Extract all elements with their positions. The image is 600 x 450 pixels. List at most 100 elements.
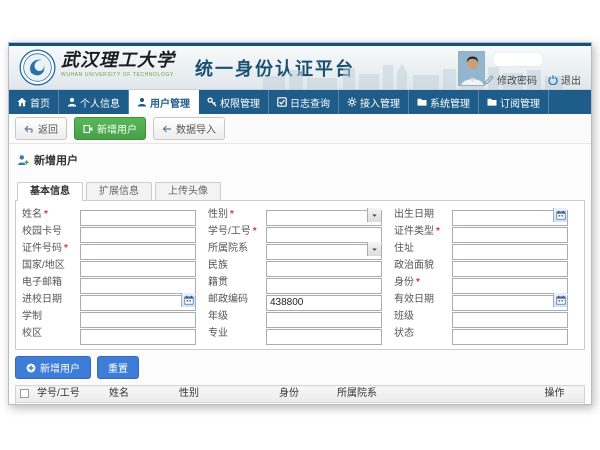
nav-item-label: 订阅管理 xyxy=(500,95,540,110)
university-logo xyxy=(19,49,56,86)
plus-circle-icon xyxy=(26,363,36,373)
tab-extended-info[interactable]: 扩展信息 xyxy=(86,182,152,201)
nav-item-home[interactable]: 首页 xyxy=(9,90,59,114)
calendar-icon[interactable] xyxy=(553,293,567,307)
major-input[interactable] xyxy=(266,329,382,345)
nav-item-permission-management[interactable]: 权限管理 xyxy=(199,90,269,114)
required-asterisk: * xyxy=(64,243,68,254)
required-asterisk: * xyxy=(44,209,48,220)
empty-cell xyxy=(541,403,585,406)
table-empty-row xyxy=(16,403,585,406)
field-address xyxy=(452,241,568,257)
field-label-enrollment-date: 进校日期 xyxy=(22,292,74,308)
required-asterisk: * xyxy=(230,209,234,220)
logout-label: 退出 xyxy=(561,72,581,87)
nav-item-profile[interactable]: 个人信息 xyxy=(59,90,129,114)
column-header-3: 身份 xyxy=(275,386,333,403)
calendar-icon[interactable] xyxy=(181,293,195,307)
add-user-toolbar-button[interactable]: 新增用户 xyxy=(74,117,146,140)
dropdown-arrow-icon[interactable] xyxy=(367,208,381,222)
toolbar: 返回 新增用户 数据导入 xyxy=(9,114,591,144)
university-name-cn: 武汉理工大学 xyxy=(61,51,175,71)
form-actions: 新增用户 重置 xyxy=(9,350,591,385)
import-arrow-icon xyxy=(162,124,172,134)
field-label-student-staff-no: 学号/工号* xyxy=(202,224,260,240)
field-label-campus: 校区 xyxy=(22,326,74,342)
tab-upload-avatar[interactable]: 上传头像 xyxy=(155,182,221,201)
field-id-number xyxy=(80,241,196,257)
submit-add-user-button[interactable]: 新增用户 xyxy=(15,356,91,379)
field-label-ethnicity: 民族 xyxy=(202,258,260,274)
folder-icon xyxy=(487,97,497,107)
field-department xyxy=(266,241,382,257)
reset-button[interactable]: 重置 xyxy=(97,356,139,379)
submit-label: 新增用户 xyxy=(40,360,80,375)
data-import-button[interactable]: 数据导入 xyxy=(153,117,225,140)
header-user-menu: 修改密码 退出 xyxy=(484,72,581,87)
field-postal-code xyxy=(266,292,382,308)
log-icon xyxy=(277,97,287,107)
status-input[interactable] xyxy=(452,329,568,345)
empty-cell xyxy=(33,403,105,406)
calendar-icon[interactable] xyxy=(553,208,567,222)
select-all-checkbox[interactable] xyxy=(20,389,29,398)
field-label-major: 专业 xyxy=(202,326,260,342)
field-campus-card-no xyxy=(80,224,196,240)
table-header-row: 学号/工号姓名性别身份所属院系操作 xyxy=(16,386,585,403)
nav-item-system-management[interactable]: 系统管理 xyxy=(409,90,479,114)
reset-label: 重置 xyxy=(108,360,128,375)
required-asterisk: * xyxy=(253,226,257,237)
change-password-link[interactable]: 修改密码 xyxy=(484,72,537,87)
user-icon xyxy=(67,97,77,107)
nav-item-subscription-management[interactable]: 订阅管理 xyxy=(479,90,549,114)
field-class xyxy=(452,309,568,325)
column-header-0: 学号/工号 xyxy=(33,386,105,403)
field-country-region xyxy=(80,258,196,274)
power-icon xyxy=(548,75,558,85)
field-label-email: 电子邮箱 xyxy=(22,275,74,291)
field-id-type xyxy=(452,224,568,240)
nav-item-access-management[interactable]: 接入管理 xyxy=(339,90,409,114)
dropdown-arrow-icon[interactable] xyxy=(367,242,381,256)
username-blur xyxy=(493,53,543,66)
form-tabs-wrap: 基本信息扩展信息上传头像 姓名*性别*出生日期校园卡号学号/工号*证件类型*证件… xyxy=(15,181,585,350)
field-student-staff-no xyxy=(266,224,382,240)
back-button[interactable]: 返回 xyxy=(15,117,67,140)
nav-item-log-query[interactable]: 日志查询 xyxy=(269,90,339,114)
required-asterisk: * xyxy=(416,277,420,288)
select-all-header xyxy=(16,386,34,403)
column-header-4: 所属院系 xyxy=(333,386,541,403)
field-label-native-place: 籍贯 xyxy=(202,275,260,291)
field-label-id-number: 证件号码* xyxy=(22,241,74,257)
user-avatar[interactable] xyxy=(458,51,485,86)
nav-item-label: 用户管理 xyxy=(150,95,190,110)
user-form-grid: 姓名*性别*出生日期校园卡号学号/工号*证件类型*证件号码*所属院系住址国家/地… xyxy=(22,207,578,342)
field-campus xyxy=(80,326,196,342)
field-major xyxy=(266,326,382,342)
tab-basic-info[interactable]: 基本信息 xyxy=(17,182,83,201)
field-label-department: 所属院系 xyxy=(202,241,260,257)
field-label-gender: 性别* xyxy=(202,207,260,223)
university-branding: 武汉理工大学 WUHAN UNIVERSITY OF TECHNOLOGY xyxy=(61,51,175,78)
nav-item-label: 个人信息 xyxy=(80,95,120,110)
required-asterisk: * xyxy=(436,226,440,237)
campus-input[interactable] xyxy=(80,329,196,345)
page-header: 武汉理工大学 WUHAN UNIVERSITY OF TECHNOLOGY 统一… xyxy=(9,46,591,90)
empty-cell xyxy=(175,403,275,406)
form-tabs: 基本信息扩展信息上传头像 xyxy=(17,181,585,200)
empty-cell xyxy=(333,403,541,406)
column-header-5: 操作 xyxy=(541,386,585,403)
field-label-schooling-length: 学制 xyxy=(22,309,74,325)
add-user-toolbar-label: 新增用户 xyxy=(97,121,137,136)
back-arrow-icon xyxy=(24,124,34,134)
field-ethnicity xyxy=(266,258,382,274)
user-result-table: 学号/工号姓名性别身份所属院系操作 xyxy=(15,385,585,405)
nav-item-user-management[interactable]: 用户管理 xyxy=(129,90,199,114)
nav-item-label: 权限管理 xyxy=(220,95,260,110)
logout-link[interactable]: 退出 xyxy=(548,72,581,87)
column-header-1: 姓名 xyxy=(105,386,175,403)
change-password-label: 修改密码 xyxy=(497,72,537,87)
field-label-status: 状态 xyxy=(388,326,446,342)
nav-item-label: 系统管理 xyxy=(430,95,470,110)
back-label: 返回 xyxy=(38,121,58,136)
